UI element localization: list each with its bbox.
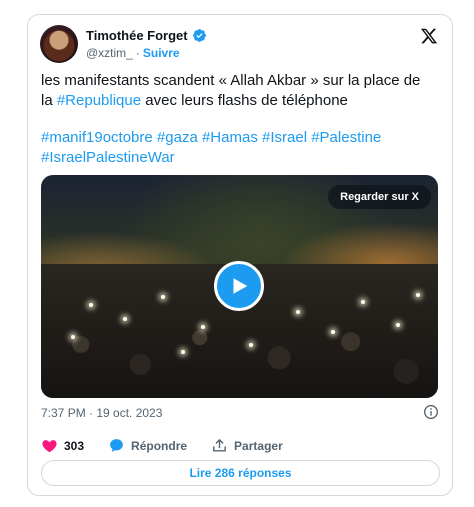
share-icon [213,439,226,452]
hashtag-link[interactable]: #Republique [57,92,141,109]
follow-button[interactable]: Suivre [143,46,180,60]
hashtag-link[interactable]: #IsraelPalestineWar [41,149,175,166]
hashtag-link[interactable]: #Israel [262,129,307,146]
reply-icon [110,439,123,452]
tweet-paragraph-1: les manifestants scandent « Allah Akbar … [41,71,446,111]
hashtag-link[interactable]: #gaza [157,129,198,146]
action-bar: 303 Répondre Partager [41,437,307,454]
phone-light [249,343,253,347]
phone-light [123,317,127,321]
separator-dot: · [135,46,140,60]
tweet-line-2-suffix: avec leurs flashs de téléphone [141,92,348,109]
share-label: Partager [234,438,283,453]
tweet-text: les manifestants scandent « Allah Akbar … [41,71,446,168]
tweet-card: Timothée Forget @xztim_ · Suivre les man… [27,14,453,496]
heart-icon [42,440,57,453]
watch-on-x-button[interactable]: Regarder sur X [328,185,431,209]
hashtag-link[interactable]: #Hamas [202,129,258,146]
phone-light [331,330,335,334]
phone-light [181,350,185,354]
reply-label: Répondre [131,438,188,453]
tweet-line-2-prefix: la [41,92,57,109]
info-icon[interactable] [423,404,439,420]
phone-light [361,300,365,304]
author-name-row: Timothée Forget [86,28,207,43]
share-button[interactable]: Partager [211,437,283,454]
read-replies-button[interactable]: Lire 286 réponses [41,460,440,486]
author-handle-row: @xztim_ · Suivre [86,46,180,60]
hashtag-link[interactable]: #Palestine [311,129,381,146]
reply-button[interactable]: Répondre [108,437,187,454]
play-icon [233,278,248,294]
phone-light [71,335,75,339]
verified-badge-icon [192,29,206,42]
phone-light [89,303,93,307]
tweet-hashtags: #manif19octobre #gaza #Hamas #Israel #Pa… [41,128,446,168]
phone-light [201,325,205,329]
play-button[interactable] [214,261,264,311]
phone-light [416,293,420,297]
x-logo-icon[interactable] [420,27,438,45]
phone-light [296,310,300,314]
hashtag-link[interactable]: #manif19octobre [41,129,153,146]
author-display-name[interactable]: Timothée Forget [86,28,188,43]
like-count: 303 [64,438,85,453]
avatar[interactable] [40,25,78,63]
author-handle[interactable]: @xztim_ [86,46,133,60]
phone-light [161,295,165,299]
phone-light [396,323,400,327]
tweet-line-1: les manifestants scandent « Allah Akbar … [41,72,421,89]
video-thumbnail[interactable]: Regarder sur X [41,175,438,398]
like-button[interactable]: 303 [41,437,84,454]
tweet-timestamp[interactable]: 7:37 PM · 19 oct. 2023 [41,406,162,420]
